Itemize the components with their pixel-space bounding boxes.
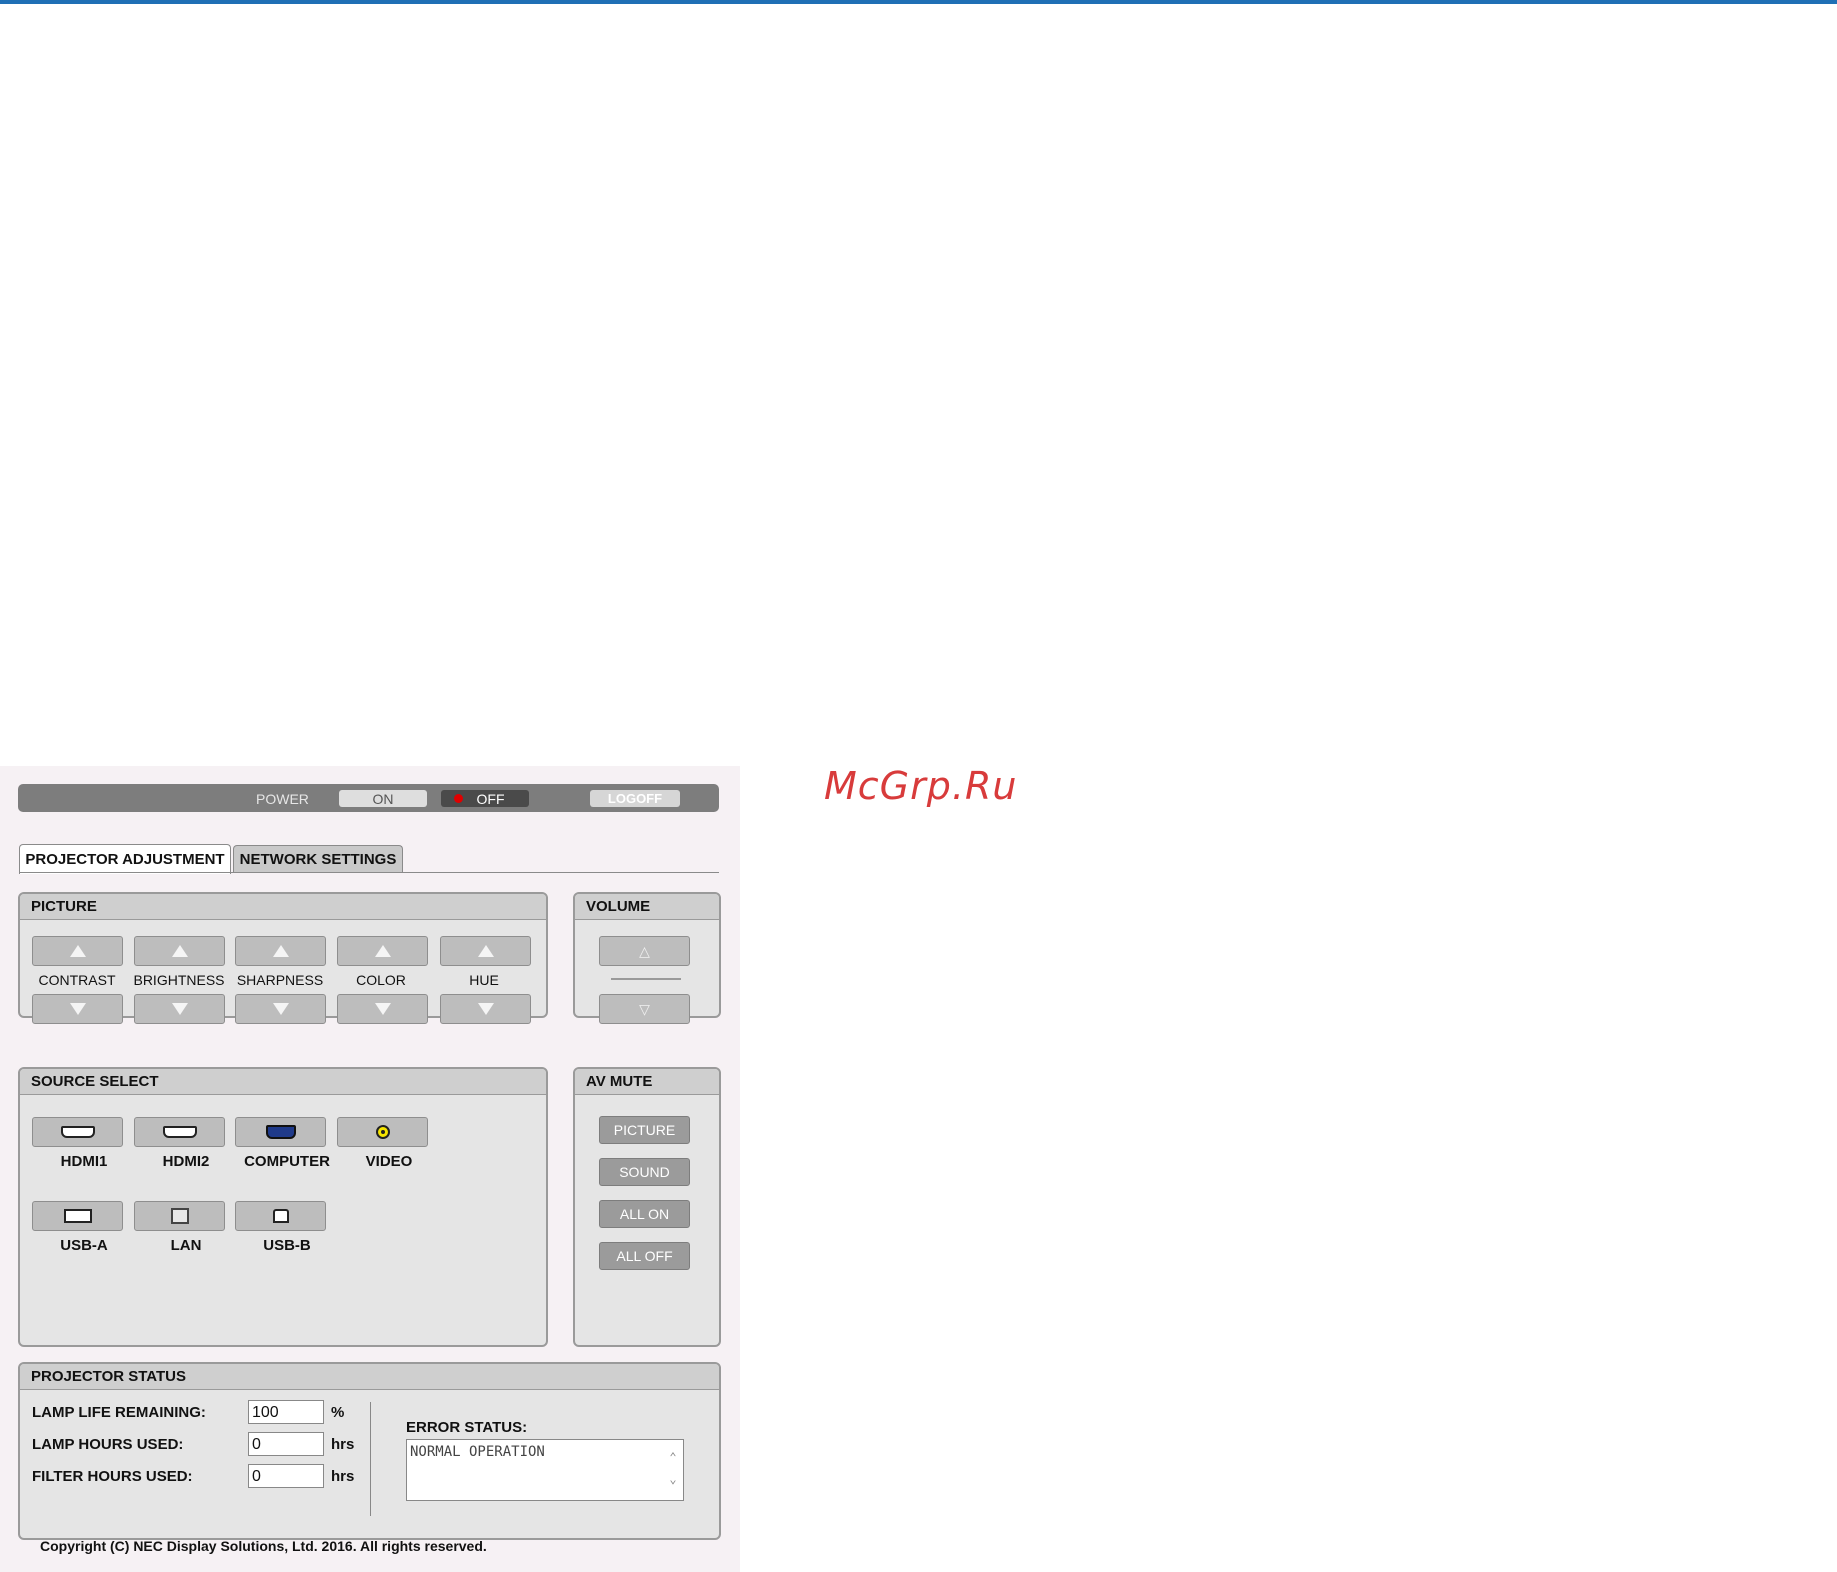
power-off-button[interactable]: OFF xyxy=(441,790,529,807)
color-down-button[interactable] xyxy=(337,994,428,1024)
error-status-label: ERROR STATUS: xyxy=(406,1419,528,1436)
error-status-text: NORMAL OPERATION xyxy=(410,1444,545,1460)
arrow-down-icon xyxy=(272,1003,289,1015)
contrast-label: CONTRAST xyxy=(38,972,116,988)
status-divider xyxy=(370,1402,371,1516)
triangle-up-outline-icon: △ xyxy=(639,942,650,959)
mute-all-on-button[interactable]: ALL ON xyxy=(599,1200,690,1228)
hdmi-icon xyxy=(162,1126,197,1138)
source-lan-button[interactable] xyxy=(134,1201,225,1231)
hue-down-button[interactable] xyxy=(440,994,531,1024)
lamp-hours-field[interactable]: 0 xyxy=(248,1432,324,1456)
arrow-up-icon xyxy=(477,945,494,957)
lamp-life-unit: % xyxy=(331,1404,345,1421)
sharpness-label: SHARPNESS xyxy=(236,972,324,988)
av-mute-group: AV MUTE PICTURE SOUND ALL ON ALL OFF xyxy=(573,1067,721,1347)
contrast-down-button[interactable] xyxy=(32,994,123,1024)
logoff-button[interactable]: LOGOFF xyxy=(590,790,680,807)
source-usb-a-label: USB-A xyxy=(60,1237,108,1254)
arrow-down-icon xyxy=(374,1003,391,1015)
tab-network-settings[interactable]: NETWORK SETTINGS xyxy=(233,845,403,873)
usb-b-icon xyxy=(272,1209,289,1223)
watermark: McGrp.Ru xyxy=(824,764,1018,808)
lamp-hours-unit: hrs xyxy=(331,1436,355,1453)
source-hdmi2-button[interactable] xyxy=(134,1117,225,1147)
triangle-down-outline-icon: ▽ xyxy=(639,1000,650,1017)
vga-port-icon xyxy=(265,1125,296,1139)
power-bar: POWER ON OFF LOGOFF xyxy=(18,784,719,812)
projector-status-group: PROJECTOR STATUS LAMP LIFE REMAINING: 10… xyxy=(18,1362,721,1540)
chevron-up-icon: ⌃ xyxy=(669,1450,677,1464)
brightness-label: BRIGHTNESS xyxy=(133,972,225,988)
lamp-hours-label: LAMP HOURS USED: xyxy=(32,1436,184,1453)
sharpness-up-button[interactable] xyxy=(235,936,326,966)
error-status-scrollbar[interactable]: ⌃ ⌄ xyxy=(665,1446,681,1496)
source-computer-label: COMPUTER xyxy=(244,1153,330,1170)
color-label: COLOR xyxy=(356,972,406,988)
power-status-indicator-icon xyxy=(453,794,463,803)
volume-up-button[interactable]: △ xyxy=(599,936,690,966)
tab-projector-adjustment[interactable]: PROJECTOR ADJUSTMENT xyxy=(19,844,231,874)
rca-video-icon xyxy=(375,1125,390,1139)
arrow-down-icon xyxy=(477,1003,494,1015)
power-label: POWER xyxy=(256,791,309,807)
source-select-group: SOURCE SELECT HDMI1 HDMI2 COMPUTER VIDEO… xyxy=(18,1067,548,1347)
hue-up-button[interactable] xyxy=(440,936,531,966)
brightness-up-button[interactable] xyxy=(134,936,225,966)
projector-control-panel: POWER ON OFF LOGOFF PROJECTOR ADJUSTMENT… xyxy=(0,766,740,1572)
mute-sound-button[interactable]: SOUND xyxy=(599,1158,690,1186)
top-accent-line xyxy=(0,0,1837,4)
filter-hours-field[interactable]: 0 xyxy=(248,1464,324,1488)
source-lan-label: LAN xyxy=(170,1237,202,1254)
mute-picture-button[interactable]: PICTURE xyxy=(599,1116,690,1144)
error-status-box[interactable]: NORMAL OPERATION ⌃ ⌄ xyxy=(406,1439,684,1501)
source-hdmi1-label: HDMI1 xyxy=(60,1153,108,1170)
power-off-label: OFF xyxy=(476,790,505,807)
arrow-up-icon xyxy=(272,945,289,957)
copyright-text: Copyright (C) NEC Display Solutions, Ltd… xyxy=(40,1538,487,1554)
source-usb-a-button[interactable] xyxy=(32,1201,123,1231)
mute-all-off-button[interactable]: ALL OFF xyxy=(599,1242,690,1270)
source-computer-button[interactable] xyxy=(235,1117,326,1147)
picture-group: PICTURE CONTRAST BRIGHTNESS SHARPNESS CO… xyxy=(18,892,548,1024)
arrow-down-icon xyxy=(171,1003,188,1015)
source-usb-b-button[interactable] xyxy=(235,1201,326,1231)
source-hdmi1-button[interactable] xyxy=(32,1117,123,1147)
filter-hours-label: FILTER HOURS USED: xyxy=(32,1468,193,1485)
tab-divider xyxy=(19,872,719,873)
hue-label: HUE xyxy=(469,972,499,988)
lamp-life-field[interactable]: 100 xyxy=(248,1400,324,1424)
color-up-button[interactable] xyxy=(337,936,428,966)
sharpness-down-button[interactable] xyxy=(235,994,326,1024)
source-video-label: VIDEO xyxy=(365,1153,413,1170)
contrast-up-button[interactable] xyxy=(32,936,123,966)
hdmi-icon xyxy=(60,1126,95,1138)
arrow-up-icon xyxy=(374,945,391,957)
power-on-button[interactable]: ON xyxy=(339,790,427,807)
chevron-down-icon: ⌄ xyxy=(669,1472,677,1486)
brightness-down-button[interactable] xyxy=(134,994,225,1024)
lamp-life-label: LAMP LIFE REMAINING: xyxy=(32,1404,206,1421)
source-video-button[interactable] xyxy=(337,1117,428,1147)
arrow-up-icon xyxy=(171,945,188,957)
picture-group-title: PICTURE xyxy=(20,894,546,920)
volume-group-title: VOLUME xyxy=(575,894,719,920)
volume-group: VOLUME △ ▽ xyxy=(573,892,721,1024)
source-usb-b-label: USB-B xyxy=(263,1237,311,1254)
usb-a-icon xyxy=(63,1209,92,1223)
volume-level-line xyxy=(611,978,681,980)
source-hdmi2-label: HDMI2 xyxy=(162,1153,210,1170)
filter-hours-unit: hrs xyxy=(331,1468,355,1485)
projector-status-title: PROJECTOR STATUS xyxy=(20,1364,719,1390)
arrow-down-icon xyxy=(69,1003,86,1015)
arrow-up-icon xyxy=(69,945,86,957)
volume-down-button[interactable]: ▽ xyxy=(599,994,690,1024)
source-select-title: SOURCE SELECT xyxy=(20,1069,546,1095)
av-mute-title: AV MUTE xyxy=(575,1069,719,1095)
lan-port-icon xyxy=(170,1208,189,1224)
